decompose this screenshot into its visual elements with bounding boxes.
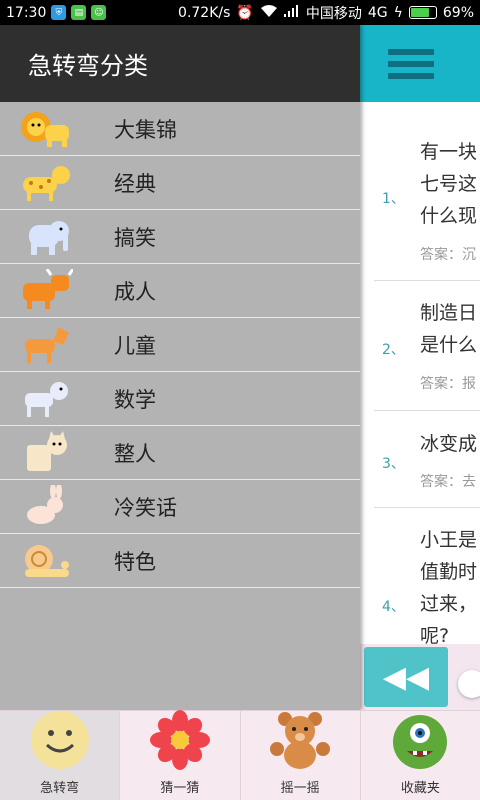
category-item-tese[interactable]: 特色: [0, 534, 360, 588]
question-text-line: 小王是: [420, 529, 478, 551]
rabbit-icon: [18, 484, 74, 530]
alarm-icon: ⏰: [236, 4, 254, 21]
question-text-line: 冰变成: [420, 433, 478, 455]
charging-icon: ϟ: [393, 4, 403, 21]
question-text-line: 有一块: [420, 141, 478, 163]
smiley-icon: [29, 709, 91, 771]
wifi-icon: [260, 4, 278, 22]
app-bar: [360, 25, 480, 102]
flower-icon: [149, 709, 211, 771]
horse-icon: [18, 322, 74, 368]
network-type: 4G: [367, 4, 388, 21]
question-text-line: 什么现: [420, 205, 478, 227]
question-text-line: 过来，: [420, 593, 478, 615]
question-answer: 答案：沉: [420, 247, 476, 263]
question-text-line: 七号这: [420, 173, 478, 195]
category-item-shuxue[interactable]: 数学: [0, 372, 360, 426]
leopard-icon: [18, 160, 74, 206]
battery-icon: [408, 6, 437, 19]
bull-icon: [18, 268, 74, 314]
tab-label: 急转弯: [40, 781, 80, 796]
signal-icon: [283, 4, 300, 21]
category-label: 儿童: [114, 333, 156, 358]
list-item[interactable]: 2、 制造日 是什么 答案：报: [374, 281, 480, 411]
category-item-zhengren[interactable]: 整人: [0, 426, 360, 480]
dog-icon: [18, 376, 74, 422]
app-notification-icon: ▤: [71, 5, 87, 20]
question-number: 4、: [382, 599, 405, 615]
question-number: 2、: [382, 342, 405, 358]
question-number: 1、: [382, 191, 405, 207]
elephant-icon: [18, 214, 74, 260]
list-item[interactable]: 4、 小王是 值勤时 过来， 呢?: [374, 508, 480, 648]
battery-percent: 69%: [442, 4, 474, 21]
tab-label: 摇一摇: [280, 781, 320, 796]
lion-icon: [18, 106, 74, 152]
shield-notification-icon: ⛨: [51, 5, 67, 20]
tab-caiyicai[interactable]: 猜一猜: [120, 709, 241, 800]
category-label: 数学: [114, 387, 156, 412]
question-list: 1、 有一块 七号这 什么现 答案：沉 2、 制造日 是什么 答案：报 3、 冰…: [360, 102, 480, 648]
status-time: 17:30: [6, 4, 47, 21]
question-text-line: 是什么: [420, 334, 478, 356]
tab-shoucangjia[interactable]: 收藏夹: [361, 711, 480, 800]
tab-yaoyiyao[interactable]: 摇一摇: [241, 711, 361, 800]
bottom-tab-bar: 急转弯 猜一猜 摇一摇 收藏夹: [0, 710, 480, 800]
cat-icon: [18, 430, 74, 476]
category-item-daji[interactable]: 大集锦: [0, 102, 360, 156]
tab-jizhuanwan[interactable]: 急转弯: [0, 709, 121, 800]
category-item-ertong[interactable]: 儿童: [0, 318, 360, 372]
category-item-jingdian[interactable]: 经典: [0, 156, 360, 210]
question-answer: 答案：报: [420, 376, 476, 392]
wechat-notification-icon: ☺: [91, 5, 107, 20]
question-text-line: 制造日: [420, 302, 478, 324]
category-label: 冷笑话: [114, 495, 177, 520]
category-label: 特色: [114, 549, 156, 574]
question-list-panel: 1、 有一块 七号这 什么现 答案：沉 2、 制造日 是什么 答案：报 3、 冰…: [360, 25, 480, 710]
question-text-line: 值勤时: [420, 561, 478, 583]
category-item-lengxiaohua[interactable]: 冷笑话: [0, 480, 360, 534]
monster-icon: [389, 709, 451, 771]
player-controls: ◀◀: [360, 644, 480, 710]
question-number: 3、: [382, 456, 405, 472]
menu-icon[interactable]: [388, 48, 434, 79]
net-speed: 0.72K/s: [178, 4, 231, 21]
carrier-name: 中国移动: [305, 5, 362, 22]
category-label: 整人: [114, 441, 156, 466]
category-item-chengren[interactable]: 成人: [0, 264, 360, 318]
rewind-button[interactable]: ◀◀: [364, 647, 448, 707]
question-answer: 答案：去: [420, 474, 476, 490]
category-item-gaoxiao[interactable]: 搞笑: [0, 210, 360, 264]
drawer-title: 急转弯分类: [0, 25, 360, 102]
category-drawer: 急转弯分类 大集锦 经典 搞笑 成人 儿童 数学 整人 冷笑话 特色: [0, 25, 360, 710]
list-item[interactable]: 1、 有一块 七号这 什么现 答案：沉: [374, 102, 480, 281]
category-label: 大集锦: [114, 117, 177, 142]
category-label: 经典: [114, 171, 156, 196]
tab-label: 收藏夹: [400, 781, 440, 796]
snail-icon: [18, 538, 74, 584]
category-label: 搞笑: [114, 225, 156, 250]
rewind-icon: ◀◀: [382, 659, 430, 695]
teddy-bear-icon: [269, 709, 331, 771]
category-label: 成人: [114, 279, 156, 304]
status-bar: 17:30 ⛨ ▤ ☺ 0.72K/s ⏰ 中国移动 4G ϟ 69%: [0, 0, 480, 25]
list-item[interactable]: 3、 冰变成 答案：去: [374, 411, 480, 508]
tab-label: 猜一猜: [160, 781, 200, 796]
toggle-knob[interactable]: [458, 670, 480, 698]
